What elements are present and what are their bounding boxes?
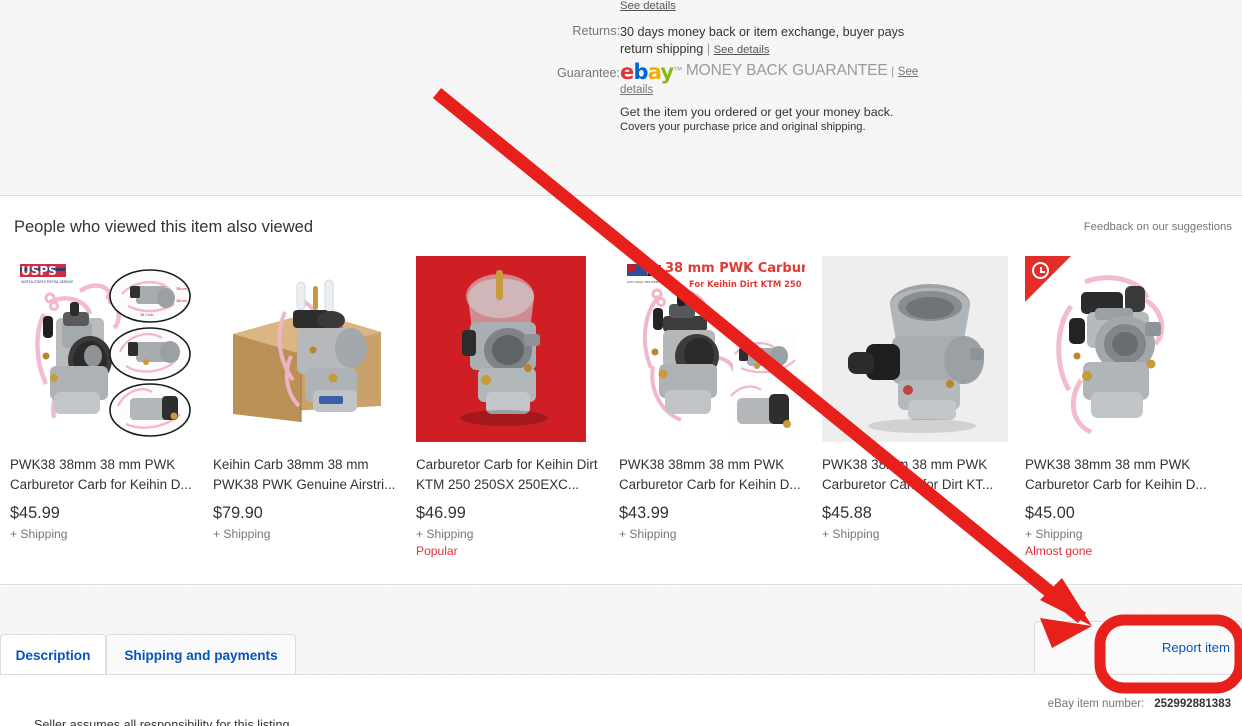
tab-shipping-and-payments[interactable]: Shipping and payments [106, 634, 296, 675]
list-item[interactable]: Carburetor Carb for Keihin Dirt KTM 250 … [416, 256, 619, 558]
product-tagline: Popular [416, 544, 458, 558]
returns-value: 30 days money back or item exchange, buy… [620, 24, 932, 58]
product-shipping: + Shipping [416, 527, 474, 541]
product-shipping: + Shipping [1025, 527, 1083, 541]
item-number-label: eBay item number: [1047, 698, 1145, 710]
product-shipping: + Shipping [10, 527, 68, 541]
returns-see-details-link[interactable]: See details [714, 44, 770, 56]
report-item-link[interactable]: Report item [1162, 640, 1230, 655]
product-price: $45.88 [822, 504, 872, 522]
returns-label: Returns: [572, 24, 620, 38]
product-image[interactable] [416, 256, 602, 442]
svg-text:UNITED STATES POSTAL SERVICE: UNITED STATES POSTAL SERVICE [21, 280, 73, 284]
banner-line-2: For Keihin Dirt KTM 250 [689, 279, 802, 289]
tab-shipping-and-payments-label: Shipping and payments [124, 647, 278, 663]
product-thumb-carb-on-box [213, 256, 399, 442]
urgency-badge [1025, 256, 1071, 302]
also-viewed-card-list: USPS UNITED STATES POSTAL SERVICE 38mm 3… [10, 256, 1238, 558]
product-title[interactable]: Carburetor Carb for Keihin Dirt KTM 250 … [416, 455, 604, 495]
product-title[interactable]: PWK38 38mm 38 mm PWK Carburetor Carb for… [1025, 455, 1213, 495]
tab-description-label: Description [15, 647, 91, 663]
banner-line-1: 38 mm PWK Carburetor [665, 261, 805, 276]
guarantee-label: Guarantee: [556, 66, 620, 80]
feedback-suggestions-link[interactable]: Feedback on our suggestions [1084, 221, 1232, 233]
report-item-box[interactable]: Report item [1034, 621, 1242, 673]
also-viewed-title: People who viewed this item also viewed [14, 218, 313, 236]
ebay-item-page: See details Returns: 30 days money back … [0, 0, 1242, 726]
svg-text:38 Carb: 38 Carb [140, 313, 153, 317]
svg-text:USPS: USPS [21, 264, 57, 278]
seller-responsibility-note: Seller assumes all responsibility for th… [34, 718, 293, 726]
item-number-value: 252992881383 [1154, 698, 1231, 710]
product-thumb-carb-gray [822, 256, 1008, 442]
product-title[interactable]: PWK38 38mm 38 mm PWK Carburetor Carb for… [619, 455, 807, 495]
product-title[interactable]: PWK38 38mm 38 mm PWK Carburetor Carb for… [822, 455, 1010, 495]
product-shipping: + Shipping [822, 527, 880, 541]
see-details-link-top[interactable]: See details [620, 0, 676, 12]
product-tagline: Almost gone [1025, 544, 1093, 558]
product-title[interactable]: PWK38 38mm 38 mm PWK Carburetor Carb for… [10, 455, 198, 495]
list-item[interactable]: PWK38 38mm 38 mm PWK Carburetor Carb for… [822, 256, 1025, 558]
product-shipping: + Shipping [619, 527, 677, 541]
guarantee-value: ebay™ MONEY BACK GUARANTEE | See details [620, 60, 919, 96]
product-price: $43.99 [619, 504, 669, 522]
ebay-item-number: eBay item number: 252992881383 [1048, 698, 1231, 710]
product-image[interactable] [822, 256, 1008, 442]
list-item[interactable]: USPS UNITED STATES POSTAL SERVICE 38mm 3… [10, 256, 213, 558]
money-back-guarantee-title: MONEY BACK GUARANTEE [685, 62, 888, 79]
product-image[interactable] [213, 256, 399, 442]
product-shipping: + Shipping [213, 527, 271, 541]
tab-description[interactable]: Description [0, 634, 106, 675]
svg-text:USA LOCAL DELIVERY: USA LOCAL DELIVERY [627, 280, 659, 284]
guarantee-line-2: Covers your purchase price and original … [620, 121, 866, 133]
product-thumb-carb-banner: USA LOCAL DELIVERY 38 mm PWK Carburetor … [619, 256, 805, 442]
product-thumb-carb-red-bg [416, 256, 602, 442]
product-title[interactable]: Keihin Carb 38mm 38 mm PWK38 PWK Genuine… [213, 455, 401, 495]
product-price: $45.00 [1025, 504, 1075, 522]
product-thumb-usps-collage: USPS UNITED STATES POSTAL SERVICE 38mm 3… [10, 256, 196, 442]
returns-separator: | [706, 41, 711, 56]
svg-text:38mm: 38mm [176, 299, 188, 303]
item-details-band: See details Returns: 30 days money back … [0, 0, 1242, 196]
product-image[interactable] [1025, 256, 1211, 442]
also-viewed-section: People who viewed this item also viewed … [0, 196, 1242, 585]
product-image[interactable]: USA LOCAL DELIVERY 38 mm PWK Carburetor … [619, 256, 805, 442]
product-price: $46.99 [416, 504, 466, 522]
product-price: $45.99 [10, 504, 60, 522]
product-price: $79.90 [213, 504, 263, 522]
ebay-logo: ebay [620, 60, 674, 84]
guarantee-separator: | [891, 64, 895, 78]
list-item[interactable]: Keihin Carb 38mm 38 mm PWK38 PWK Genuine… [213, 256, 416, 558]
clock-icon [1032, 262, 1049, 279]
product-image[interactable]: USPS UNITED STATES POSTAL SERVICE 38mm 3… [10, 256, 196, 442]
list-item[interactable]: USA LOCAL DELIVERY 38 mm PWK Carburetor … [619, 256, 822, 558]
guarantee-line-1: Get the item you ordered or get your mon… [620, 105, 894, 119]
svg-text:38mm: 38mm [176, 287, 188, 291]
list-item[interactable]: PWK38 38mm 38 mm PWK Carburetor Carb for… [1025, 256, 1228, 558]
